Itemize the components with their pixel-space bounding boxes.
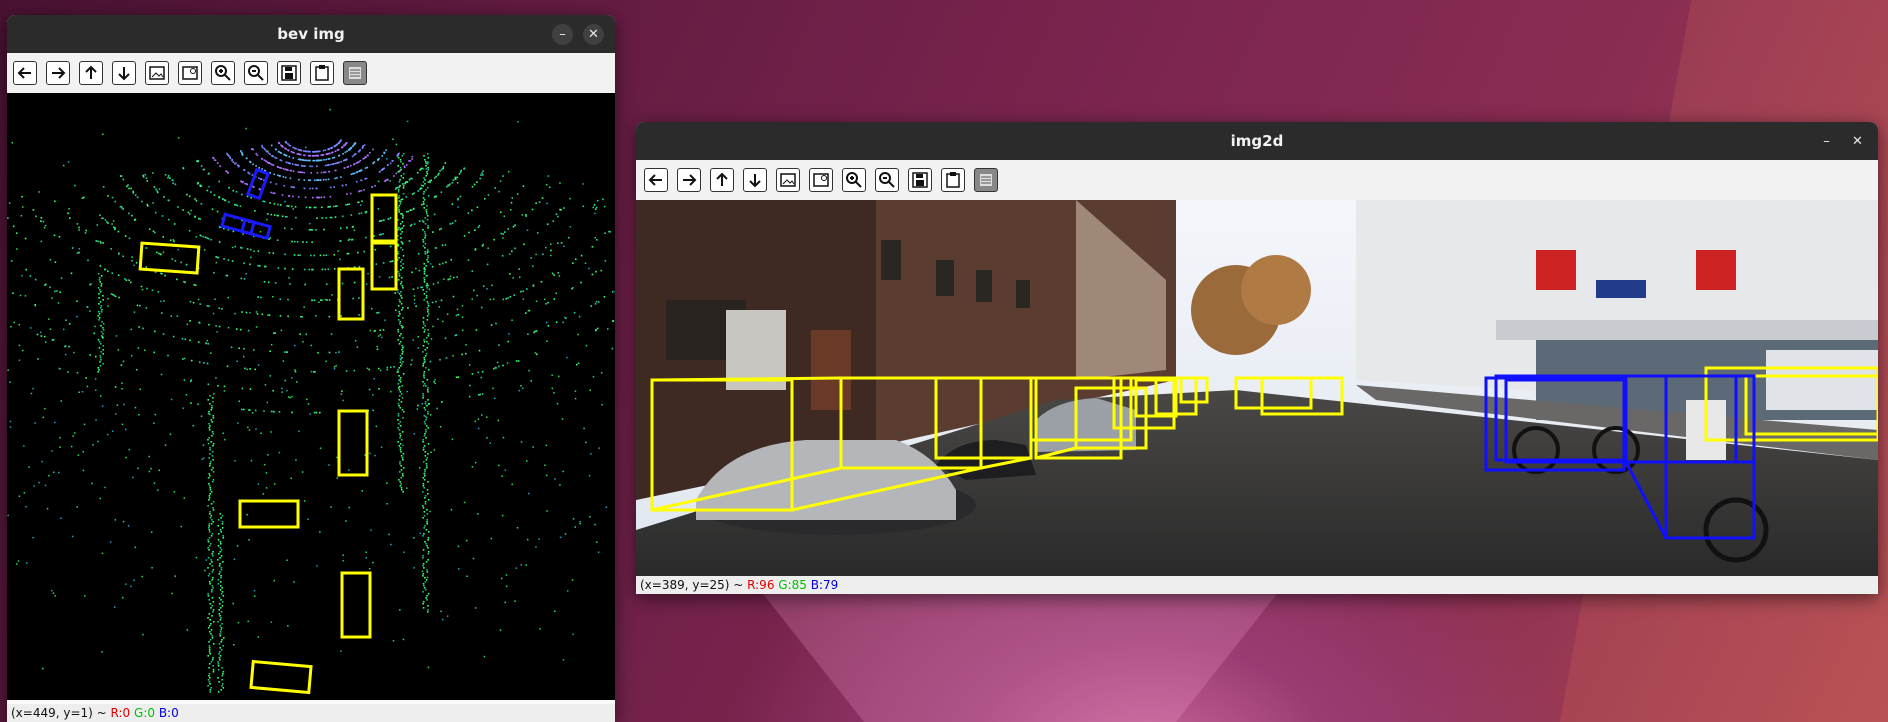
img2d-canvas[interactable]: [636, 200, 1878, 576]
save-icon[interactable]: [277, 61, 301, 85]
camera-image: [636, 200, 1878, 576]
clipboard-icon[interactable]: [310, 61, 334, 85]
cursor-coords: (x=389, y=25) ~: [640, 578, 748, 592]
zoom-out-icon[interactable]: [875, 168, 899, 192]
bev-titlebar[interactable]: bev img – ✕: [7, 15, 615, 53]
properties-icon[interactable]: [974, 168, 998, 192]
pixel-blue: B:79: [810, 578, 839, 592]
close-icon[interactable]: ✕: [1847, 131, 1868, 152]
pixel-green: G:0: [134, 706, 155, 720]
cyclist-box: [220, 212, 256, 236]
car-box: [370, 239, 398, 291]
pixel-green: G:85: [778, 578, 807, 592]
zoom-in-icon[interactable]: [842, 168, 866, 192]
image-zoom-out-icon[interactable]: [809, 168, 833, 192]
arrow-left-icon[interactable]: [13, 61, 37, 85]
arrow-up-icon[interactable]: [79, 61, 103, 85]
bev-toolbar: [7, 53, 615, 93]
clipboard-icon[interactable]: [941, 168, 965, 192]
save-icon[interactable]: [908, 168, 932, 192]
arrow-left-icon[interactable]: [644, 168, 668, 192]
bev-statusbar: (x=449, y=1) ~ R:0 G:0 B:0: [7, 704, 615, 722]
img2d-statusbar: (x=389, y=25) ~ R:96 G:85 B:79: [636, 576, 1878, 594]
minimize-icon[interactable]: –: [1816, 131, 1837, 152]
pixel-blue: B:0: [158, 706, 179, 720]
arrow-up-icon[interactable]: [710, 168, 734, 192]
minimize-icon[interactable]: –: [552, 24, 573, 45]
close-icon[interactable]: ✕: [583, 24, 604, 45]
bev-window-title: bev img: [277, 25, 345, 43]
zoom-in-icon[interactable]: [211, 61, 235, 85]
car-box: [138, 241, 201, 275]
car-box: [337, 409, 369, 477]
car-box: [340, 571, 372, 639]
img2d-window: img2d – ✕ (x=389, y=25) ~ R:96 G:85 B:79: [636, 122, 1878, 594]
cursor-coords: (x=449, y=1) ~: [11, 706, 111, 720]
arrow-right-icon[interactable]: [677, 168, 701, 192]
car-box: [337, 267, 365, 321]
image-zoom-out-icon[interactable]: [178, 61, 202, 85]
bev-canvas[interactable]: [7, 93, 615, 700]
car-box: [238, 499, 300, 529]
bev-window: bev img – ✕ (x=449, y=1) ~ R:0 G:0 B:0: [7, 15, 615, 722]
lidar-bev-plot: [7, 108, 615, 695]
image-zoom-in-icon[interactable]: [776, 168, 800, 192]
car-box: [370, 193, 398, 245]
img2d-toolbar: [636, 160, 1878, 200]
properties-icon[interactable]: [343, 61, 367, 85]
pixel-red: R:96: [747, 578, 775, 592]
img2d-window-title: img2d: [1230, 132, 1284, 150]
arrow-right-icon[interactable]: [46, 61, 70, 85]
img2d-titlebar[interactable]: img2d – ✕: [636, 122, 1878, 160]
arrow-down-icon[interactable]: [743, 168, 767, 192]
pixel-red: R:0: [110, 706, 131, 720]
car-box: [249, 659, 313, 695]
zoom-out-icon[interactable]: [244, 61, 268, 85]
arrow-down-icon[interactable]: [112, 61, 136, 85]
image-zoom-in-icon[interactable]: [145, 61, 169, 85]
cyclist-box: [240, 218, 272, 240]
cyclist-box: [245, 167, 271, 201]
